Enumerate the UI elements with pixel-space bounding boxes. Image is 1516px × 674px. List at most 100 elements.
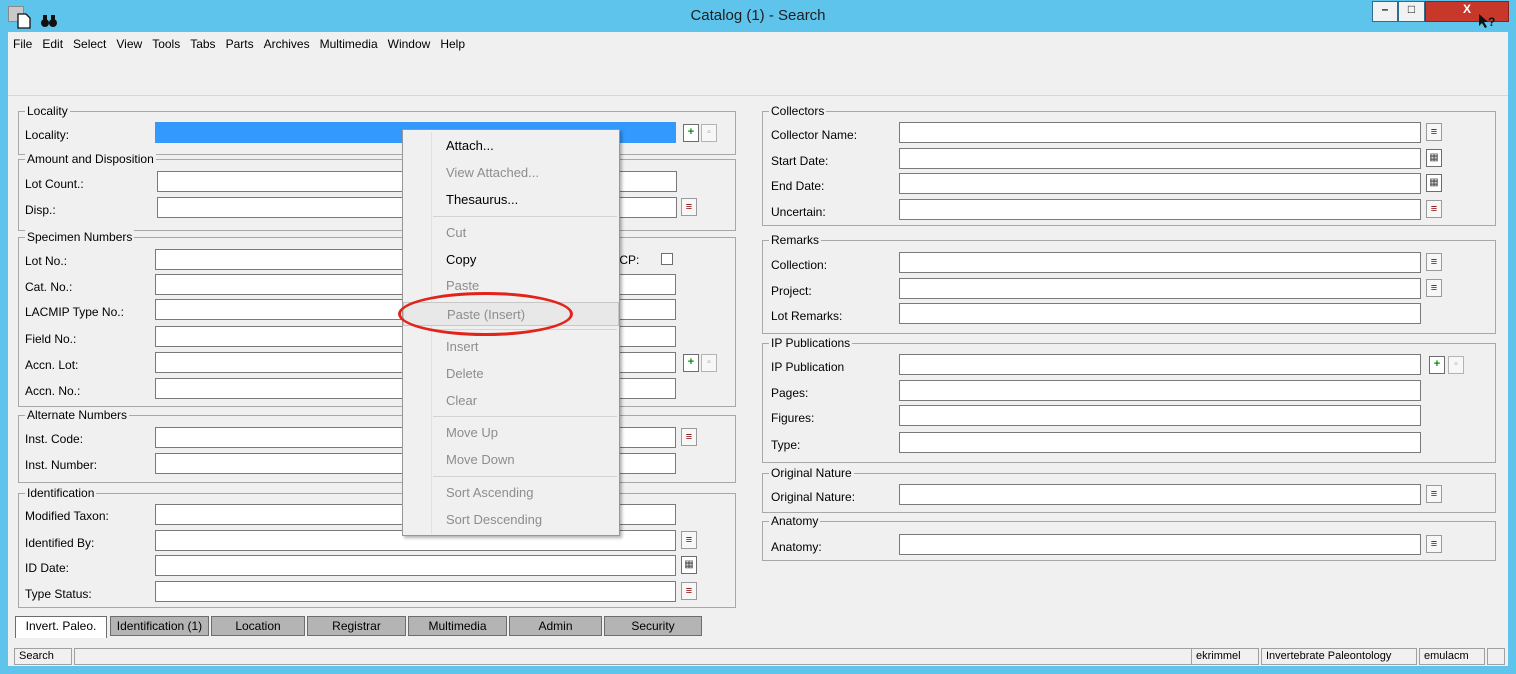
view-attached-icon[interactable]: ▫	[701, 124, 717, 142]
inst-code-lookup-icon[interactable]: ≡	[681, 428, 697, 446]
lot-remarks-input[interactable]	[899, 303, 1421, 324]
collection-input[interactable]	[899, 252, 1421, 273]
menu-window[interactable]: Window	[383, 32, 436, 51]
type-status-lookup-icon[interactable]: ≡	[681, 582, 697, 600]
collector-name-lookup-icon[interactable]: ≡	[1426, 123, 1442, 141]
type-input[interactable]	[899, 432, 1421, 453]
close-button[interactable]: X	[1425, 1, 1509, 22]
start-date-label: Start Date:	[771, 154, 829, 168]
context-menu-copy[interactable]: Copy	[403, 248, 619, 272]
lot-remarks-label: Lot Remarks:	[771, 309, 843, 323]
menu-file[interactable]: File	[8, 32, 37, 51]
identified-by-lookup-icon[interactable]: ≡	[681, 531, 697, 549]
menu-help[interactable]: Help	[435, 32, 470, 51]
type-status-label: Type Status:	[25, 587, 92, 601]
tab-invert-paleo[interactable]: Invert. Paleo.	[15, 616, 107, 638]
context-menu-thesaurus[interactable]: Thesaurus...	[403, 188, 619, 212]
attach-add-icon[interactable]: +	[683, 124, 699, 142]
locality-label: Locality:	[25, 128, 70, 142]
tab-identification[interactable]: Identification (1)	[110, 616, 209, 636]
context-menu-separator	[433, 216, 617, 217]
context-menu-sort-descending[interactable]: Sort Descending	[403, 508, 619, 532]
context-menu-clear[interactable]: Clear	[403, 389, 619, 413]
collection-lookup-icon[interactable]: ≡	[1426, 253, 1442, 271]
anatomy-lookup-icon[interactable]: ≡	[1426, 535, 1442, 553]
id-date-calendar-icon[interactable]: ▦	[681, 556, 697, 574]
menu-tabs[interactable]: Tabs	[185, 32, 220, 51]
uncertain-lookup-icon[interactable]: ≡	[1426, 200, 1442, 218]
id-date-input[interactable]	[155, 555, 676, 576]
original-nature-input[interactable]	[899, 484, 1421, 505]
anatomy-input[interactable]	[899, 534, 1421, 555]
end-date-label: End Date:	[771, 179, 825, 193]
context-menu-cut[interactable]: Cut	[403, 221, 619, 245]
ip-view-attached-icon[interactable]: ▫	[1448, 356, 1464, 374]
accn-attach-add-icon[interactable]: +	[683, 354, 699, 372]
anatomy-label: Anatomy:	[771, 540, 822, 554]
menu-view[interactable]: View	[111, 32, 147, 51]
ip-attach-add-icon[interactable]: +	[1429, 356, 1445, 374]
context-menu-sort-ascending[interactable]: Sort Ascending	[403, 481, 619, 505]
specimen-panel-title: Specimen Numbers	[25, 230, 135, 244]
maximize-button[interactable]: □	[1398, 1, 1425, 22]
menu-parts[interactable]: Parts	[221, 32, 259, 51]
menu-tools[interactable]: Tools	[147, 32, 185, 51]
amount-panel: Amount and Disposition	[18, 152, 736, 231]
lot-count-label: Lot Count.:	[25, 177, 84, 191]
end-date-input[interactable]	[899, 173, 1421, 194]
accn-no-label: Accn. No.:	[25, 384, 81, 398]
menu-archives[interactable]: Archives	[259, 32, 315, 51]
collector-name-input[interactable]	[899, 122, 1421, 143]
identified-by-label: Identified By:	[25, 536, 95, 550]
pcp-checkbox[interactable]	[661, 253, 673, 265]
figures-input[interactable]	[899, 405, 1421, 426]
original-nature-label: Original Nature:	[771, 490, 856, 504]
menu-select[interactable]: Select	[68, 32, 111, 51]
start-date-input[interactable]	[899, 148, 1421, 169]
status-mode: Search	[14, 648, 72, 665]
context-menu-delete[interactable]: Delete	[403, 362, 619, 386]
type-label: Type:	[771, 438, 801, 452]
project-lookup-icon[interactable]: ≡	[1426, 279, 1442, 297]
binoculars-icon[interactable]	[40, 13, 58, 33]
ip-publication-label: IP Publication	[771, 360, 845, 374]
minimize-button[interactable]: –	[1372, 1, 1398, 22]
collector-name-label: Collector Name:	[771, 128, 858, 142]
menu-edit[interactable]: Edit	[37, 32, 68, 51]
type-status-input[interactable]	[155, 581, 676, 602]
context-menu-separator	[433, 416, 617, 417]
end-date-calendar-icon[interactable]: ▦	[1426, 174, 1442, 192]
ip-publication-input[interactable]	[899, 354, 1421, 375]
context-menu-view-attached[interactable]: View Attached...	[403, 161, 619, 185]
original-nature-lookup-icon[interactable]: ≡	[1426, 485, 1442, 503]
alternate-panel-title: Alternate Numbers	[25, 408, 130, 422]
toolbar	[8, 54, 1508, 96]
window-title: Catalog (1) - Search	[690, 7, 826, 24]
status-bar: Search ekrimmel Invertebrate Paleontolog…	[8, 644, 1508, 666]
menu-multimedia[interactable]: Multimedia	[315, 32, 383, 51]
context-menu-move-up[interactable]: Move Up	[403, 421, 619, 445]
tab-location[interactable]: Location	[211, 616, 305, 636]
identification-panel-title: Identification	[25, 486, 97, 500]
uncertain-input[interactable]	[899, 199, 1421, 220]
lot-no-input[interactable]	[155, 249, 405, 270]
context-help-icon[interactable]: ?	[1478, 13, 1496, 33]
disp-lookup-icon[interactable]: ≡	[681, 198, 697, 216]
tab-admin[interactable]: Admin	[509, 616, 602, 636]
context-menu-move-down[interactable]: Move Down	[403, 448, 619, 472]
new-document-icon[interactable]	[17, 13, 31, 33]
project-input[interactable]	[899, 278, 1421, 299]
tab-security[interactable]: Security	[604, 616, 702, 636]
tab-multimedia[interactable]: Multimedia	[408, 616, 507, 636]
context-menu-insert[interactable]: Insert	[403, 335, 619, 359]
start-date-calendar-icon[interactable]: ▦	[1426, 149, 1442, 167]
ip-publications-panel-title: IP Publications	[769, 336, 853, 350]
context-menu-attach[interactable]: Attach...	[403, 134, 619, 158]
window-frame-bottom	[0, 666, 1516, 674]
resize-grip-icon[interactable]	[1487, 648, 1505, 665]
accn-view-attached-icon[interactable]: ▫	[701, 354, 717, 372]
pages-input[interactable]	[899, 380, 1421, 401]
modified-taxon-label: Modified Taxon:	[25, 509, 109, 523]
tab-registrar[interactable]: Registrar	[307, 616, 406, 636]
id-date-label: ID Date:	[25, 561, 70, 575]
